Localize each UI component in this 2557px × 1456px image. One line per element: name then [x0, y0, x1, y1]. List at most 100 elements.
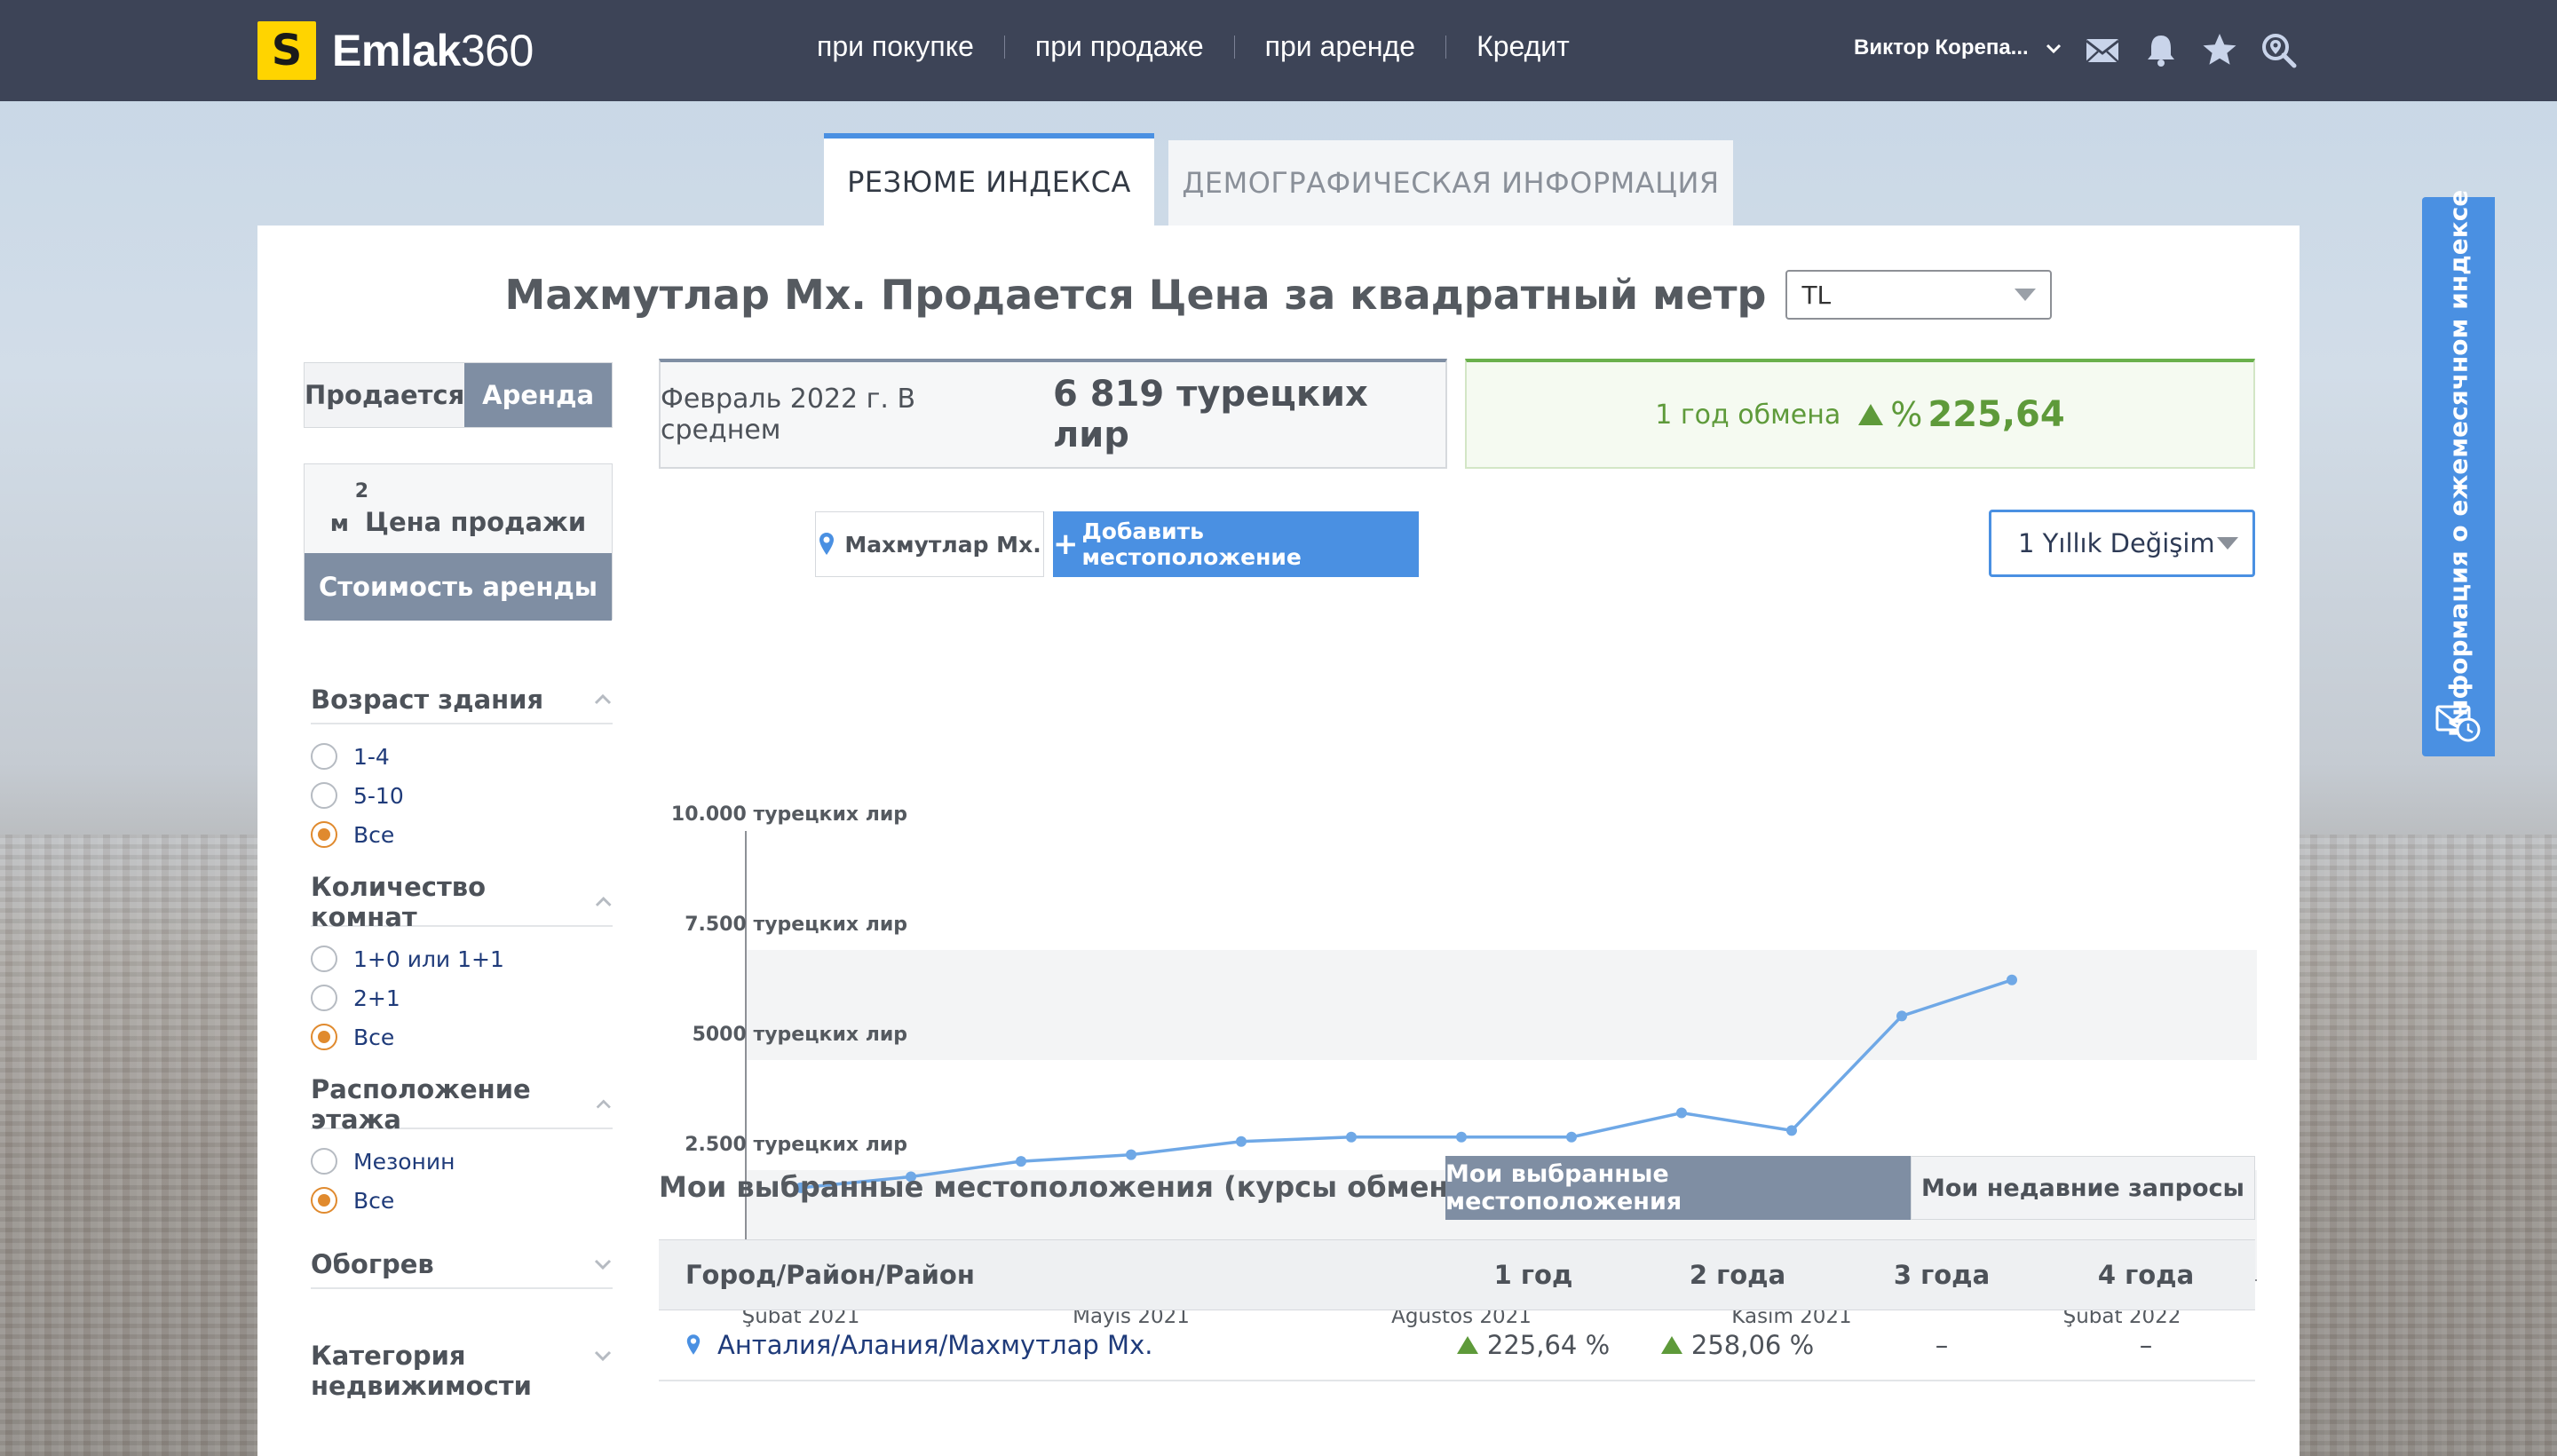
radio-button[interactable]: [311, 782, 337, 809]
data-point[interactable]: [1786, 1125, 1797, 1136]
monthly-index-info-tab[interactable]: Информация о ежемесячном индексе: [2422, 190, 2495, 756]
filter-header[interactable]: Категория недвижимости: [311, 1341, 613, 1415]
radio-option[interactable]: Все: [311, 1181, 613, 1220]
radio-option[interactable]: Мезонин: [311, 1142, 613, 1181]
mail-clock-icon: [2435, 705, 2481, 742]
location-cell[interactable]: Анталия/Алания/Махмутлар Мх.: [659, 1330, 1431, 1360]
radio-option[interactable]: 1+0 или 1+1: [311, 939, 613, 978]
change-value: 225,64: [1928, 394, 2065, 435]
user-name: Виктор Корепа...: [1854, 36, 2029, 59]
filter-header[interactable]: Обогрев: [311, 1241, 613, 1289]
price-type-rent[interactable]: Стоимость аренды: [305, 553, 612, 621]
sale-price-label: Цена продажи: [365, 507, 587, 537]
period-select[interactable]: 1 Yıllık Değişim: [1989, 510, 2255, 577]
title-row: Махмутлар Мх. Продается Цена за квадратн…: [257, 270, 2300, 320]
chevron-down-icon: [594, 1350, 612, 1362]
add-location-button[interactable]: + Добавить местоположение: [1053, 511, 1419, 577]
data-point[interactable]: [1456, 1131, 1467, 1143]
radio-option[interactable]: 2+1: [311, 978, 613, 1017]
filter-title: Обогрев: [311, 1249, 434, 1279]
data-point[interactable]: [1236, 1136, 1247, 1147]
y-tick-label: 5000 турецких лир: [693, 1024, 907, 1046]
filter-title: Количество комнат: [311, 872, 487, 932]
cell-2y: 258,06 %: [1635, 1330, 1840, 1360]
currency-value: TL: [1801, 280, 1832, 310]
currency-select[interactable]: TL: [1785, 270, 2053, 320]
logo[interactable]: S Emlak360: [257, 21, 534, 80]
chevron-down-icon: [2046, 44, 2061, 54]
option-label: 5-10: [353, 782, 404, 809]
radio-button-selected[interactable]: [311, 1024, 337, 1050]
toggle-rent[interactable]: Аренда: [464, 363, 612, 427]
filter-title: Категория недвижимости: [311, 1341, 532, 1401]
filter-header[interactable]: Возраст здания: [311, 677, 613, 724]
radio-button-selected[interactable]: [311, 821, 337, 848]
filter-header[interactable]: Количество комнат: [311, 872, 613, 932]
data-point[interactable]: [1676, 1107, 1687, 1119]
bell-icon[interactable]: [2141, 30, 2181, 69]
main-nav: при покупке при продаже при аренде Креди…: [817, 30, 1570, 63]
filter-floor: Расположение этажа Мезонин Все: [311, 1074, 613, 1220]
option-label: 2+1: [353, 985, 400, 1011]
page-title: Махмутлар Мх. Продается Цена за квадратн…: [504, 271, 1767, 319]
radio-option[interactable]: Все: [311, 815, 613, 854]
nav-rent[interactable]: при аренде: [1265, 30, 1415, 63]
sale-rent-toggle: Продается Аренда: [304, 362, 613, 428]
radio-button[interactable]: [311, 946, 337, 972]
data-point[interactable]: [2007, 974, 2017, 985]
nav-separator: [1445, 35, 1447, 59]
price-type-sale[interactable]: м2 Цена продажи: [305, 464, 612, 553]
radio-option[interactable]: 1-4: [311, 737, 613, 776]
filter-header[interactable]: Расположение этажа: [311, 1074, 613, 1135]
data-point[interactable]: [1566, 1131, 1577, 1143]
radio-button[interactable]: [311, 985, 337, 1011]
arrow-up-icon: [1456, 1336, 1478, 1354]
radio-button-selected[interactable]: [311, 1187, 337, 1214]
header-icons: [2083, 30, 2298, 69]
average-value: 6 819 турецких лир: [1052, 374, 1368, 455]
grid-band: [746, 950, 2257, 1060]
radio-button[interactable]: [311, 743, 337, 770]
user-menu[interactable]: Виктор Корепа...: [1854, 36, 2062, 60]
data-point[interactable]: [1346, 1131, 1357, 1143]
data-point[interactable]: [1896, 1010, 1907, 1022]
nav-sell[interactable]: при продаже: [1035, 30, 1204, 63]
nav-separator: [1003, 35, 1005, 59]
main-card: Махмутлар Мх. Продается Цена за квадратн…: [257, 226, 2300, 1456]
option-label: Мезонин: [353, 1148, 455, 1175]
radio-option[interactable]: 5-10: [311, 776, 613, 815]
location-chip[interactable]: Махмутлар Мх.: [815, 511, 1044, 577]
location-link[interactable]: Анталия/Алания/Махмутлар Мх.: [717, 1330, 1152, 1360]
tab-index-summary[interactable]: РЕЗЮМЕ ИНДЕКСА: [824, 133, 1154, 226]
column-header-3y: 3 года: [1893, 1260, 1991, 1290]
nav-credit[interactable]: Кредит: [1476, 30, 1570, 63]
tab-recent-queries[interactable]: Мои недавние запросы: [1911, 1156, 2255, 1220]
radio-option[interactable]: Все: [311, 1017, 613, 1056]
radio-button[interactable]: [311, 1148, 337, 1175]
chevron-up-icon: [594, 693, 612, 705]
filter-title: Расположение этажа: [311, 1074, 531, 1135]
average-label: Февраль 2022 г. В среднем: [661, 384, 916, 446]
filter-title: Возраст здания: [311, 684, 544, 715]
tab-demographics[interactable]: ДЕМОГРАФИЧЕСКАЯ ИНФОРМАЦИЯ: [1168, 140, 1733, 226]
column-header-4y: 4 года: [2097, 1260, 2195, 1290]
option-label: Все: [353, 1024, 395, 1050]
nav-buy[interactable]: при покупке: [817, 30, 974, 63]
data-point[interactable]: [1126, 1149, 1136, 1160]
table-header: Город/Район/Район 1 год 2 года 3 года 4 …: [659, 1239, 2255, 1310]
option-label: Все: [353, 821, 395, 848]
cell-3y: –: [1935, 1330, 1949, 1360]
data-point[interactable]: [1016, 1156, 1026, 1167]
add-location-label: Добавить местоположение: [1081, 518, 1302, 570]
star-icon[interactable]: [2200, 30, 2239, 69]
yearly-change-box: 1 год обмена % 225,64: [1465, 359, 2255, 469]
cell-1y: 225,64 %: [1431, 1330, 1635, 1360]
mail-icon[interactable]: [2083, 30, 2122, 69]
chevron-up-icon: [597, 1099, 612, 1109]
cell-4y: –: [2139, 1330, 2153, 1360]
search-location-icon[interactable]: [2259, 30, 2298, 69]
toggle-sale[interactable]: Продается: [305, 363, 465, 427]
tab-favorite-locations[interactable]: Мои выбранные местоположения: [1445, 1156, 1911, 1220]
change-label: 1 год обмена: [1655, 399, 1841, 431]
location-pin-icon: [819, 533, 835, 555]
